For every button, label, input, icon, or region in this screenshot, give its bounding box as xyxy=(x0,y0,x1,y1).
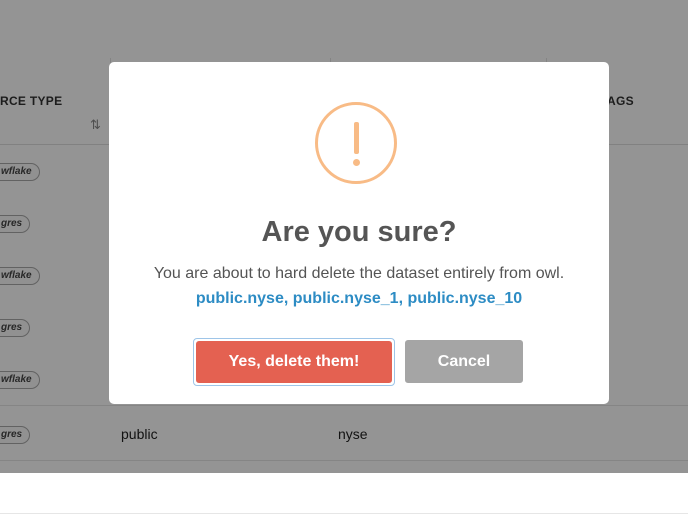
confirm-delete-button[interactable]: Yes, delete them! xyxy=(196,341,392,383)
dataset-list: public.nyse, public.nyse_1, public.nyse_… xyxy=(195,290,523,307)
cancel-button[interactable]: Cancel xyxy=(405,340,523,383)
warning-icon-bar xyxy=(354,122,359,154)
warning-icon xyxy=(315,102,397,184)
confirm-delete-dialog: Are you sure? You are about to hard dele… xyxy=(109,62,609,404)
dialog-title: Are you sure? xyxy=(261,216,457,248)
warning-icon-dot xyxy=(353,159,360,166)
dialog-message: You are about to hard delete the dataset… xyxy=(153,265,565,282)
